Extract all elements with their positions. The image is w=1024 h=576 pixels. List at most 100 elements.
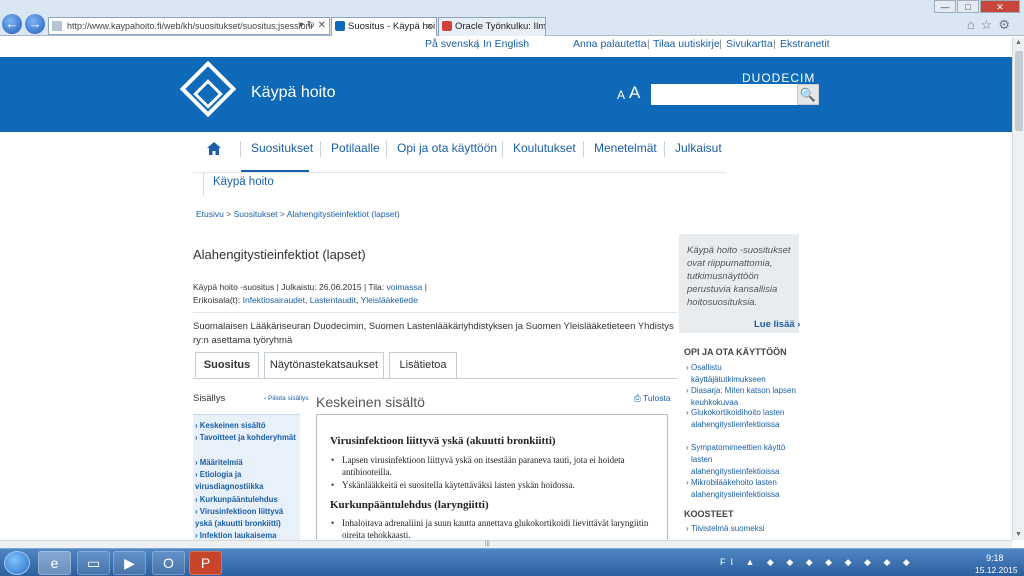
refresh-stop-icons[interactable]: ▾ ↻ ✕ xyxy=(299,18,326,34)
media-player-icon[interactable]: ▶ xyxy=(113,551,146,575)
lang-english-link[interactable]: In English xyxy=(483,38,529,50)
divider: | xyxy=(773,38,776,50)
divider xyxy=(193,312,677,313)
sidebar-link[interactable]: Osallistu käyttäjätutkimukseen xyxy=(686,362,796,386)
extranets-link[interactable]: Ekstranetit xyxy=(780,38,830,50)
read-more-link[interactable]: Lue lisää › xyxy=(754,319,800,330)
clock-date[interactable]: 15.12.2015 xyxy=(975,565,1018,575)
toc-item[interactable]: › Virusinfektioon liittyvä yskä (akuutti… xyxy=(195,506,299,530)
nav-divider xyxy=(664,141,665,157)
toc-item[interactable]: › Kurkunpääntulehdus xyxy=(195,494,299,506)
nav-divider xyxy=(583,141,584,157)
nav-koulutukset[interactable]: Koulutukset xyxy=(513,141,576,155)
file-explorer-icon[interactable]: ▭ xyxy=(77,551,110,575)
sidebar-link[interactable]: Mikrobilääkehoito lasten alahengitystiei… xyxy=(686,477,796,501)
specialty-link[interactable]: Lastentaudit xyxy=(310,295,356,305)
meta-type: Käypä hoito -suositus xyxy=(193,282,275,292)
nav-opi-ja-ota-kayttoon[interactable]: Opi ja ota käyttöön xyxy=(397,141,497,155)
tab-lisatietoa[interactable]: Lisätietoa xyxy=(389,352,457,378)
content-bullet: Lapsen virusinfektioon liittyvä yskä on … xyxy=(331,454,662,478)
breadcrumb: Etusivu > Suositukset > Alahengitystiein… xyxy=(196,209,400,219)
horizontal-scrollbar[interactable]: ||| xyxy=(0,540,1012,548)
breadcrumb-sep: > xyxy=(226,209,232,219)
print-link[interactable]: ⎙ Tulosta xyxy=(634,393,671,404)
key-content-box: Virusinfektioon liittyvä yskä (akuutti b… xyxy=(316,414,668,540)
sidebar-link[interactable]: Sympatomimeettien käyttö lasten alahengi… xyxy=(686,442,796,478)
minimize-button[interactable]: — xyxy=(934,0,956,13)
font-size-small-button[interactable]: A xyxy=(617,88,625,102)
article-specialties: Erikoisala(t): Infektiosairaudet, Lasten… xyxy=(193,295,418,305)
browser-home-favorites-settings-icons[interactable]: ⌂☆⚙ xyxy=(967,17,1016,33)
address-bar[interactable]: http://www.kaypahoito.fi/web/kh/suosituk… xyxy=(48,17,330,35)
nav-divider xyxy=(320,141,321,157)
tab-suositus[interactable]: Suositus xyxy=(195,352,259,378)
home-icon[interactable] xyxy=(207,142,221,155)
nav-divider xyxy=(502,141,503,157)
system-tray[interactable]: FI ▲ ◆ ◆ ◆ ◆ ◆ ◆ ◆ ◆ xyxy=(720,557,915,568)
vertical-scrollbar[interactable]: ▲ ▼ xyxy=(1012,37,1024,540)
close-button[interactable]: ✕ xyxy=(980,0,1020,13)
toc-item[interactable]: › Etiologia ja virusdiagnostiikka xyxy=(195,469,299,493)
sidebar-link[interactable]: Glukokortikoidihoito lasten alahengityst… xyxy=(686,407,796,431)
maximize-button[interactable]: □ xyxy=(957,0,979,13)
nav-julkaisut[interactable]: Julkaisut xyxy=(675,141,722,155)
search-input[interactable] xyxy=(651,84,797,105)
address-url: http://www.kaypahoito.fi/web/kh/suosituk… xyxy=(67,21,313,31)
window-controls: — □ ✕ xyxy=(933,0,1020,14)
toc-item[interactable]: › Määritelmiä xyxy=(195,457,299,469)
tab-naytonastekatsaukset[interactable]: Näytönastekatsaukset xyxy=(264,352,384,378)
subnav-kaypa-hoito[interactable]: Käypä hoito xyxy=(213,176,274,188)
table-of-contents: › Keskeinen sisältö › Tavoitteet ja kohd… xyxy=(193,414,300,540)
breadcrumb-suositukset[interactable]: Suositukset xyxy=(234,209,278,219)
printer-icon: ⎙ xyxy=(634,393,641,403)
sitemap-link[interactable]: Sivukartta xyxy=(726,38,773,50)
newsletter-link[interactable]: Tilaa uutiskirje xyxy=(653,38,720,50)
font-size-large-button[interactable]: A xyxy=(629,83,640,103)
forward-button[interactable]: → xyxy=(25,14,45,34)
language-indicator[interactable]: FI xyxy=(720,557,738,567)
outlook-icon[interactable]: O xyxy=(152,551,185,575)
toc-item[interactable]: › Infektion laukaisema xyxy=(195,530,299,540)
specialty-link[interactable]: Infektiosairaudet xyxy=(243,295,305,305)
meta-status-label: Tila: xyxy=(368,282,385,292)
logo-text[interactable]: Käypä hoito xyxy=(251,84,336,102)
powerpoint-icon[interactable]: P xyxy=(189,551,222,575)
browser-tab[interactable]: Oracle Työnkulku: Ilmoi... xyxy=(438,17,546,36)
meta-status-link[interactable]: voimassa xyxy=(386,282,422,292)
scroll-down-icon[interactable]: ▼ xyxy=(1015,531,1022,538)
toc-item[interactable]: › Tavoitteet ja kohderyhmät xyxy=(195,432,299,444)
breadcrumb-home[interactable]: Etusivu xyxy=(196,209,224,219)
specialty-link[interactable]: Yleislääketiede xyxy=(361,295,418,305)
breadcrumb-current[interactable]: Alahengitystieinfektiot (lapset) xyxy=(287,209,400,219)
toc-title: Sisällys xyxy=(193,393,226,404)
nav-divider xyxy=(386,141,387,157)
sub-navigation: Käypä hoito xyxy=(203,172,283,196)
search-icon[interactable]: 🔍 xyxy=(797,84,819,105)
clock-time[interactable]: 9:18 xyxy=(986,553,1004,563)
lang-swedish-link[interactable]: På svenska xyxy=(425,38,479,50)
content-bullet: Inhaloitava adrenaliini ja suun kautta a… xyxy=(331,517,662,540)
content-bullet: Yskänlääkkeitä ei suositella käytettäväk… xyxy=(331,479,662,491)
nav-potilaalle[interactable]: Potilaalle xyxy=(331,141,380,155)
duodecim-brand[interactable]: DUODECIM xyxy=(742,71,815,85)
sidebar-section-title: KOOSTEET xyxy=(684,509,734,519)
specialty-label: Erikoisala(t): xyxy=(193,295,241,305)
toc-hide-link[interactable]: ‹ Piilota sisällys xyxy=(264,395,308,402)
scroll-up-icon[interactable]: ▲ xyxy=(1015,39,1022,46)
meta-published: 26.06.2015 xyxy=(319,282,362,292)
browser-tab-active[interactable]: Suositus - Käypä hoi... × xyxy=(331,17,437,36)
back-button[interactable]: ← xyxy=(2,14,22,34)
sidebar-link[interactable]: Tiivistelmä suomeksi xyxy=(686,523,796,535)
tab-close-icon[interactable]: × xyxy=(426,18,432,35)
internet-explorer-icon[interactable]: e xyxy=(38,551,71,575)
nav-menetelmat[interactable]: Menetelmät xyxy=(594,141,657,155)
start-button[interactable] xyxy=(4,551,30,575)
nav-suositukset[interactable]: Suositukset xyxy=(251,141,313,155)
sidebar-link[interactable]: Diasarja: Miten katson lapsen keuhkokuva… xyxy=(686,385,796,409)
scroll-thumb[interactable] xyxy=(1015,51,1023,131)
toc-item[interactable]: › Keskeinen sisältö xyxy=(195,420,299,432)
windows-taskbar: e ▭ ▶ O P FI ▲ ◆ ◆ ◆ ◆ ◆ ◆ ◆ ◆ 9:18 15.1… xyxy=(0,548,1024,576)
browser-toolbar: ← → http://www.kaypahoito.fi/web/kh/suos… xyxy=(0,0,1024,36)
feedback-link[interactable]: Anna palautetta xyxy=(573,38,647,50)
page-title: Alahengitystieinfektiot (lapset) xyxy=(193,247,366,262)
